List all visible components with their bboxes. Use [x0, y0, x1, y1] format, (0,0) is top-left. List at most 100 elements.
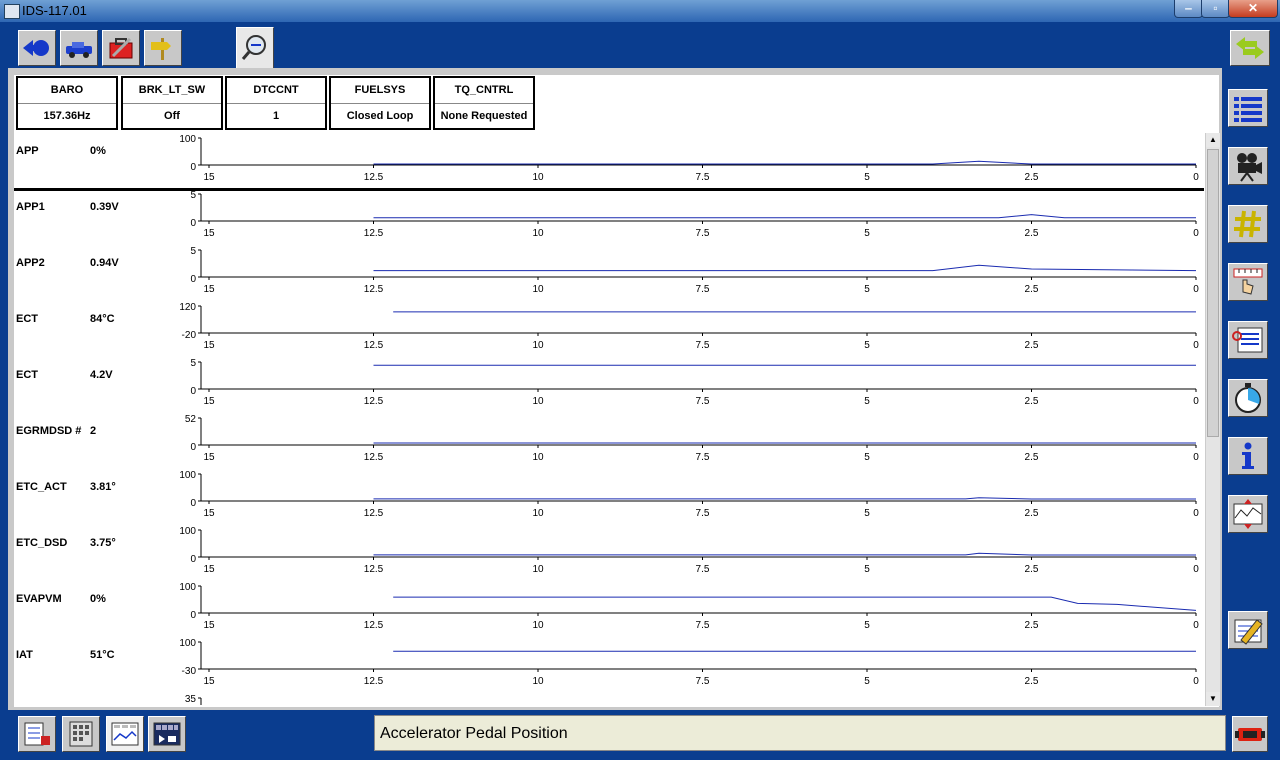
stopwatch-icon — [1235, 383, 1261, 413]
x-tick-label: 0 — [1193, 396, 1199, 407]
x-tick-label: 5 — [864, 396, 870, 407]
pid-value: 157.36Hz — [43, 110, 91, 122]
x-tick-label: 15 — [203, 340, 215, 351]
x-tick-label: 2.5 — [1025, 564, 1039, 575]
y-max-label: 5 — [190, 190, 196, 201]
minimize-button[interactable]: ‒ — [1174, 0, 1203, 18]
keyboard-icon — [69, 721, 93, 747]
y-min-label: 0 — [190, 442, 196, 453]
vehicle-button[interactable] — [60, 30, 98, 66]
playback-icon — [153, 722, 181, 746]
vertical-scrollbar[interactable]: ▲ ▼ — [1205, 133, 1220, 706]
x-tick-label: 10 — [532, 676, 544, 687]
pid-value: Off — [164, 110, 180, 122]
keypad-button[interactable] — [62, 716, 100, 752]
x-tick-label: 15 — [203, 452, 215, 463]
x-tick-label: 5 — [864, 676, 870, 687]
pid-box[interactable]: BRK_LT_SW Off — [121, 76, 223, 130]
scroll-thumb[interactable] — [1207, 149, 1219, 437]
x-tick-label: 0 — [1193, 172, 1199, 183]
pid-name: BRK_LT_SW — [138, 84, 206, 96]
y-max-label: 100 — [179, 134, 196, 145]
y-max-label: 35 — [185, 694, 197, 705]
pid-box[interactable]: FUELSYS Closed Loop — [329, 76, 431, 130]
trigger-button[interactable] — [1228, 263, 1268, 301]
x-tick-label: 10 — [532, 452, 544, 463]
x-tick-label: 2.5 — [1025, 228, 1039, 239]
x-tick-label: 15 — [203, 396, 215, 407]
pid-name: FUELSYS — [354, 84, 406, 96]
playback-button[interactable] — [148, 716, 186, 752]
info-button[interactable] — [1228, 437, 1268, 475]
ruler-hand-icon — [1233, 268, 1263, 295]
x-tick-label: 7.5 — [696, 620, 710, 631]
y-min-label: 0 — [190, 162, 196, 173]
exit-button[interactable] — [1232, 716, 1268, 752]
x-tick-label: 7.5 — [696, 340, 710, 351]
pid-box[interactable]: BARO 157.36Hz — [16, 76, 118, 130]
x-tick-label: 15 — [203, 676, 215, 687]
x-tick-label: 12.5 — [364, 284, 384, 295]
signpost-icon — [151, 38, 171, 60]
y-min-label: -30 — [182, 666, 197, 677]
y-max-label: 52 — [185, 414, 197, 425]
graph-plot: 52 0 15 12.5 10 7.5 5 2.5 0 — [185, 414, 1199, 463]
pid-select-button[interactable] — [18, 716, 56, 752]
x-tick-label: 7.5 — [696, 396, 710, 407]
notes-button[interactable] — [1228, 321, 1268, 359]
x-tick-label: 2.5 — [1025, 676, 1039, 687]
x-tick-label: 12.5 — [364, 508, 384, 519]
pid-value: 1 — [272, 110, 280, 122]
x-tick-label: 2.5 — [1025, 396, 1039, 407]
graph-view-tab[interactable] — [106, 716, 144, 752]
pid-value: Closed Loop — [346, 110, 414, 122]
info-icon — [1242, 442, 1254, 469]
x-tick-label: 0 — [1193, 620, 1199, 631]
pid-select-icon — [24, 722, 50, 746]
datalogger-icon — [241, 35, 266, 60]
scale-graph-icon — [1233, 499, 1263, 529]
pid-box[interactable]: TQ_CNTRL None Requested — [433, 76, 535, 130]
x-tick-label: 0 — [1193, 340, 1199, 351]
record-button[interactable] — [1228, 147, 1268, 185]
back-button[interactable] — [18, 30, 56, 66]
x-tick-label: 10 — [532, 508, 544, 519]
x-tick-label: 5 — [864, 284, 870, 295]
graph-plot: 100 -30 15 12.5 10 7.5 5 2.5 0 — [179, 638, 1199, 687]
toolbox-button[interactable] — [102, 30, 140, 66]
x-tick-label: 5 — [864, 172, 870, 183]
y-max-label: 100 — [179, 470, 196, 481]
datalogger-tab[interactable] — [236, 27, 274, 69]
y-min-label: 0 — [190, 498, 196, 509]
scroll-up-button[interactable]: ▲ — [1206, 133, 1220, 147]
pid-list-button[interactable] — [1228, 89, 1268, 127]
x-tick-label: 2.5 — [1025, 172, 1039, 183]
x-tick-label: 2.5 — [1025, 620, 1039, 631]
swap-button[interactable] — [1230, 30, 1270, 66]
digital-view-button[interactable] — [1228, 205, 1268, 243]
x-tick-label: 5 — [864, 340, 870, 351]
x-tick-label: 12.5 — [364, 396, 384, 407]
x-tick-label: 2.5 — [1025, 340, 1039, 351]
pid-box[interactable]: DTCCNT 1 — [225, 76, 327, 130]
x-tick-label: 10 — [532, 620, 544, 631]
autoscale-button[interactable] — [1228, 495, 1268, 533]
x-tick-label: 10 — [532, 228, 544, 239]
timer-button[interactable] — [1228, 379, 1268, 417]
y-max-label: 5 — [190, 246, 196, 257]
x-tick-label: 12.5 — [364, 676, 384, 687]
x-tick-label: 2.5 — [1025, 452, 1039, 463]
x-tick-label: 10 — [532, 396, 544, 407]
scroll-down-button[interactable]: ▼ — [1206, 692, 1220, 706]
clear-button[interactable] — [1228, 611, 1268, 649]
pid-name: BARO — [50, 84, 84, 96]
x-tick-label: 5 — [864, 508, 870, 519]
close-button[interactable]: ✕ — [1228, 0, 1278, 18]
x-tick-label: 12.5 — [364, 228, 384, 239]
maximize-button[interactable]: ▫ — [1201, 0, 1230, 18]
series-trace — [373, 264, 1197, 272]
x-tick-label: 12.5 — [364, 564, 384, 575]
hash-icon — [1234, 210, 1261, 238]
toolbox-icon — [109, 37, 133, 59]
signpost-button[interactable] — [144, 30, 182, 66]
